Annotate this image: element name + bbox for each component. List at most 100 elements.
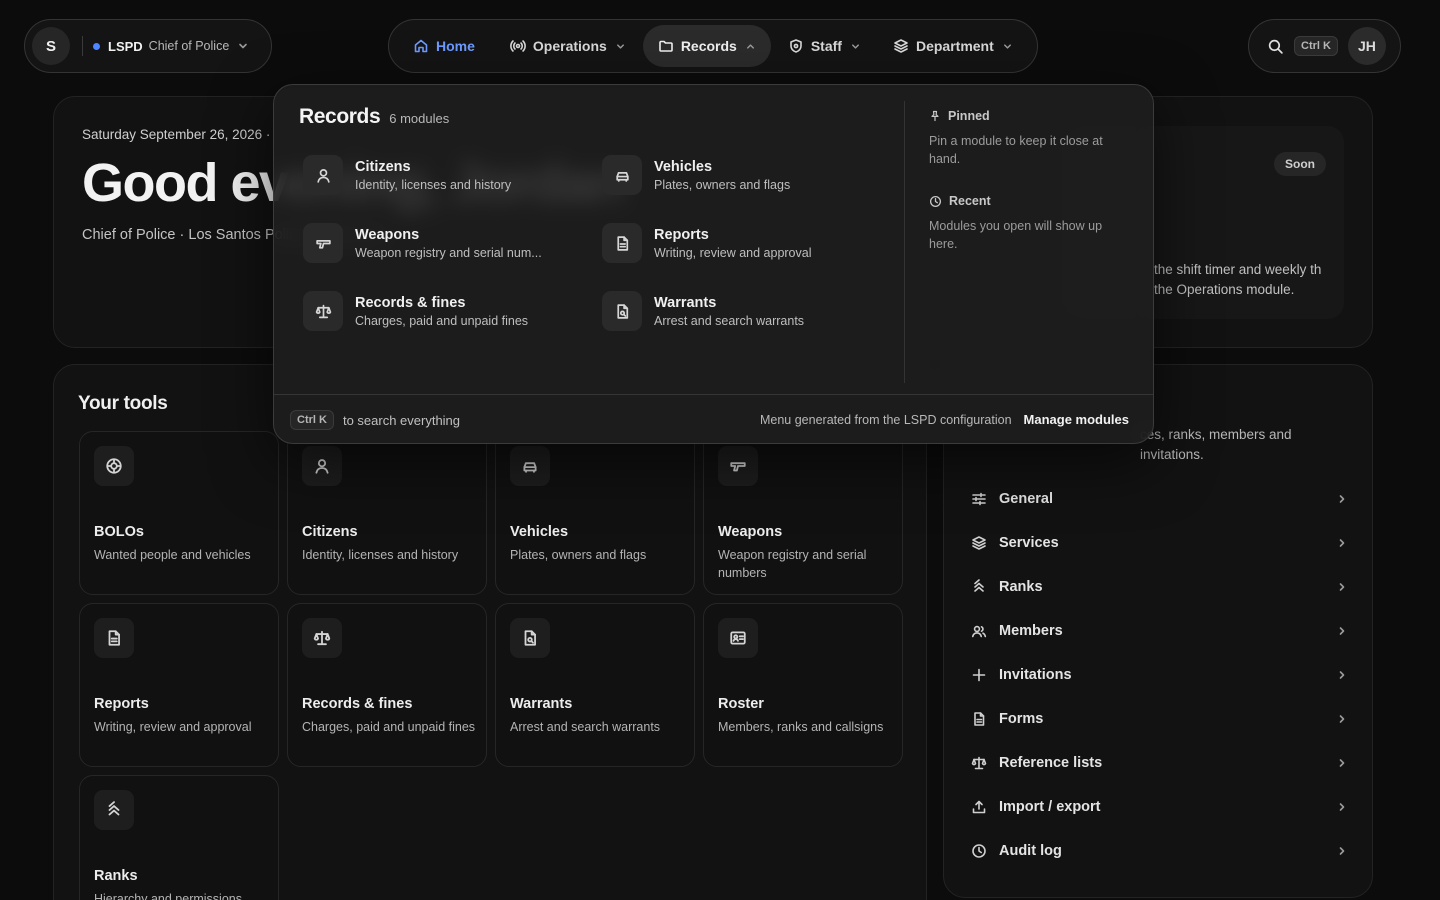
config-ranks[interactable]: Ranks xyxy=(970,567,1348,607)
tool-icon-box xyxy=(510,446,550,486)
tools-title: Your tools xyxy=(78,393,168,414)
nav-department[interactable]: Department xyxy=(878,25,1028,67)
tool-icon-box xyxy=(718,618,758,658)
tool-records-fines[interactable]: Records & fines Charges, paid and unpaid… xyxy=(287,603,487,767)
pin-icon xyxy=(931,110,939,122)
config-services[interactable]: Services xyxy=(970,523,1348,563)
tool-warrants[interactable]: Warrants Arrest and search warrants xyxy=(495,603,695,767)
menu-item-records-fines[interactable]: Records & fines Charges, paid and unpaid… xyxy=(303,287,583,335)
config-members[interactable]: Members xyxy=(970,611,1348,651)
chevrons-up-icon xyxy=(108,801,120,816)
soon-badge: Soon xyxy=(1274,152,1326,176)
menu-item-desc: Arrest and search warrants xyxy=(654,313,805,328)
chevron-right-icon xyxy=(1339,539,1345,547)
menu-icon-box xyxy=(602,291,642,331)
folder-icon xyxy=(659,40,673,52)
clock-icon xyxy=(972,844,986,858)
chevron-right-icon xyxy=(1339,671,1345,679)
chevron-up-icon xyxy=(746,43,754,49)
config-invitations[interactable]: Invitations xyxy=(970,655,1348,695)
config-general[interactable]: General xyxy=(970,479,1348,519)
main-nav: Home Operations Records Staff Department xyxy=(388,19,1038,73)
org-avatar[interactable]: S xyxy=(32,27,70,65)
recent-text: Modules you open will show up here. xyxy=(929,219,1103,251)
config-row-label: Reference lists xyxy=(999,755,1103,771)
chevron-right-icon xyxy=(1339,627,1345,635)
warrant-icon xyxy=(616,303,628,319)
menu-config-note: Menu generated from the LSPD configurati… xyxy=(759,412,1012,427)
upload-icon xyxy=(972,800,986,814)
menu-item-warrants[interactable]: Warrants Arrest and search warrants xyxy=(602,287,882,335)
org-switcher[interactable]: S LSPD Chief of Police xyxy=(24,19,272,73)
chevron-right-icon xyxy=(1339,803,1345,811)
config-forms[interactable]: Forms xyxy=(970,699,1348,739)
chevron-down-icon xyxy=(1003,43,1011,49)
chevron-right-icon xyxy=(1339,759,1345,767)
tool-weapons[interactable]: Weapons Weapon registry and serial numbe… xyxy=(703,431,903,595)
user-avatar[interactable]: JH xyxy=(1347,27,1386,65)
gun-icon xyxy=(315,239,331,249)
config-row-label: Members xyxy=(999,623,1063,639)
config-row-label: General xyxy=(999,491,1053,507)
search-shortcut[interactable]: Ctrl K xyxy=(1294,36,1338,56)
menu-icon-box xyxy=(602,223,642,263)
tool-ranks[interactable]: Ranks Hierarchy and permissions xyxy=(79,775,279,900)
tool-desc: Hierarchy and permissions xyxy=(94,892,242,900)
plus-icon xyxy=(972,668,986,682)
nav-staff[interactable]: Staff xyxy=(773,25,876,67)
manage-modules-link[interactable]: Manage modules xyxy=(1024,412,1129,427)
tool-icon-box xyxy=(302,618,342,658)
user-box: Ctrl K JH xyxy=(1248,19,1401,73)
layers-icon xyxy=(972,536,986,550)
nav-home[interactable]: Home xyxy=(395,25,493,67)
target-icon xyxy=(106,458,122,474)
menu-item-reports[interactable]: Reports Writing, review and approval xyxy=(602,219,882,267)
nav-records[interactable]: Records xyxy=(642,25,771,67)
tool-name: Reports xyxy=(94,696,149,712)
search-icon[interactable] xyxy=(1267,38,1284,55)
chevron-right-icon xyxy=(1339,847,1345,855)
gun-icon xyxy=(730,462,746,472)
tool-name: Records & fines xyxy=(302,696,413,712)
tool-name: Ranks xyxy=(94,868,138,884)
tool-desc: Writing, review and approval xyxy=(94,720,252,734)
nav-records-label: Records xyxy=(680,38,737,54)
menu-item-name: Records & fines xyxy=(355,294,466,311)
menu-item-vehicles[interactable]: Vehicles Plates, owners and flags xyxy=(602,151,882,199)
tool-icon-box xyxy=(510,618,550,658)
menu-item-weapons[interactable]: Weapons Weapon registry and serial num..… xyxy=(303,219,583,267)
recent-title: Recent xyxy=(949,194,991,208)
chevron-down-icon xyxy=(239,43,248,49)
menu-search-shortcut[interactable]: Ctrl K xyxy=(290,410,334,430)
menu-item-citizens[interactable]: Citizens Identity, licenses and history xyxy=(303,151,583,199)
config-row-label: Forms xyxy=(999,711,1044,727)
tool-citizens[interactable]: Citizens Identity, licenses and history xyxy=(287,431,487,595)
tool-bolos[interactable]: BOLOs Wanted people and vehicles xyxy=(79,431,279,595)
menu-footer: Ctrl K to search everything Menu generat… xyxy=(274,394,1153,443)
users-icon xyxy=(972,625,987,638)
tools-card: Your tools BOLOs Wanted people and vehic… xyxy=(53,364,927,900)
warrant-icon xyxy=(524,630,536,646)
configuration-desc: ces, ranks, members and invitations. xyxy=(1140,427,1292,462)
tool-roster[interactable]: Roster Members, ranks and callsigns xyxy=(703,603,903,767)
config-reference-lists[interactable]: Reference lists xyxy=(970,743,1348,783)
scale-icon xyxy=(971,756,987,770)
records-menu-count: 6 modules xyxy=(389,111,450,126)
document-icon xyxy=(974,712,985,726)
menu-item-name: Reports xyxy=(654,226,709,243)
menu-item-desc: Writing, review and approval xyxy=(654,245,812,260)
user-icon xyxy=(315,459,329,474)
chevron-down-icon xyxy=(616,43,624,49)
menu-item-name: Citizens xyxy=(355,158,411,175)
tool-icon-box xyxy=(302,446,342,486)
records-menu-title: Records xyxy=(299,105,381,128)
tool-reports[interactable]: Reports Writing, review and approval xyxy=(79,603,279,767)
nav-operations[interactable]: Operations xyxy=(495,25,641,67)
car-icon xyxy=(523,462,537,473)
user-icon xyxy=(316,168,330,183)
status-dot xyxy=(93,42,100,50)
config-audit-log[interactable]: Audit log xyxy=(970,831,1348,871)
clock-icon xyxy=(929,195,942,207)
config-import-export[interactable]: Import / export xyxy=(970,787,1348,827)
tool-vehicles[interactable]: Vehicles Plates, owners and flags xyxy=(495,431,695,595)
